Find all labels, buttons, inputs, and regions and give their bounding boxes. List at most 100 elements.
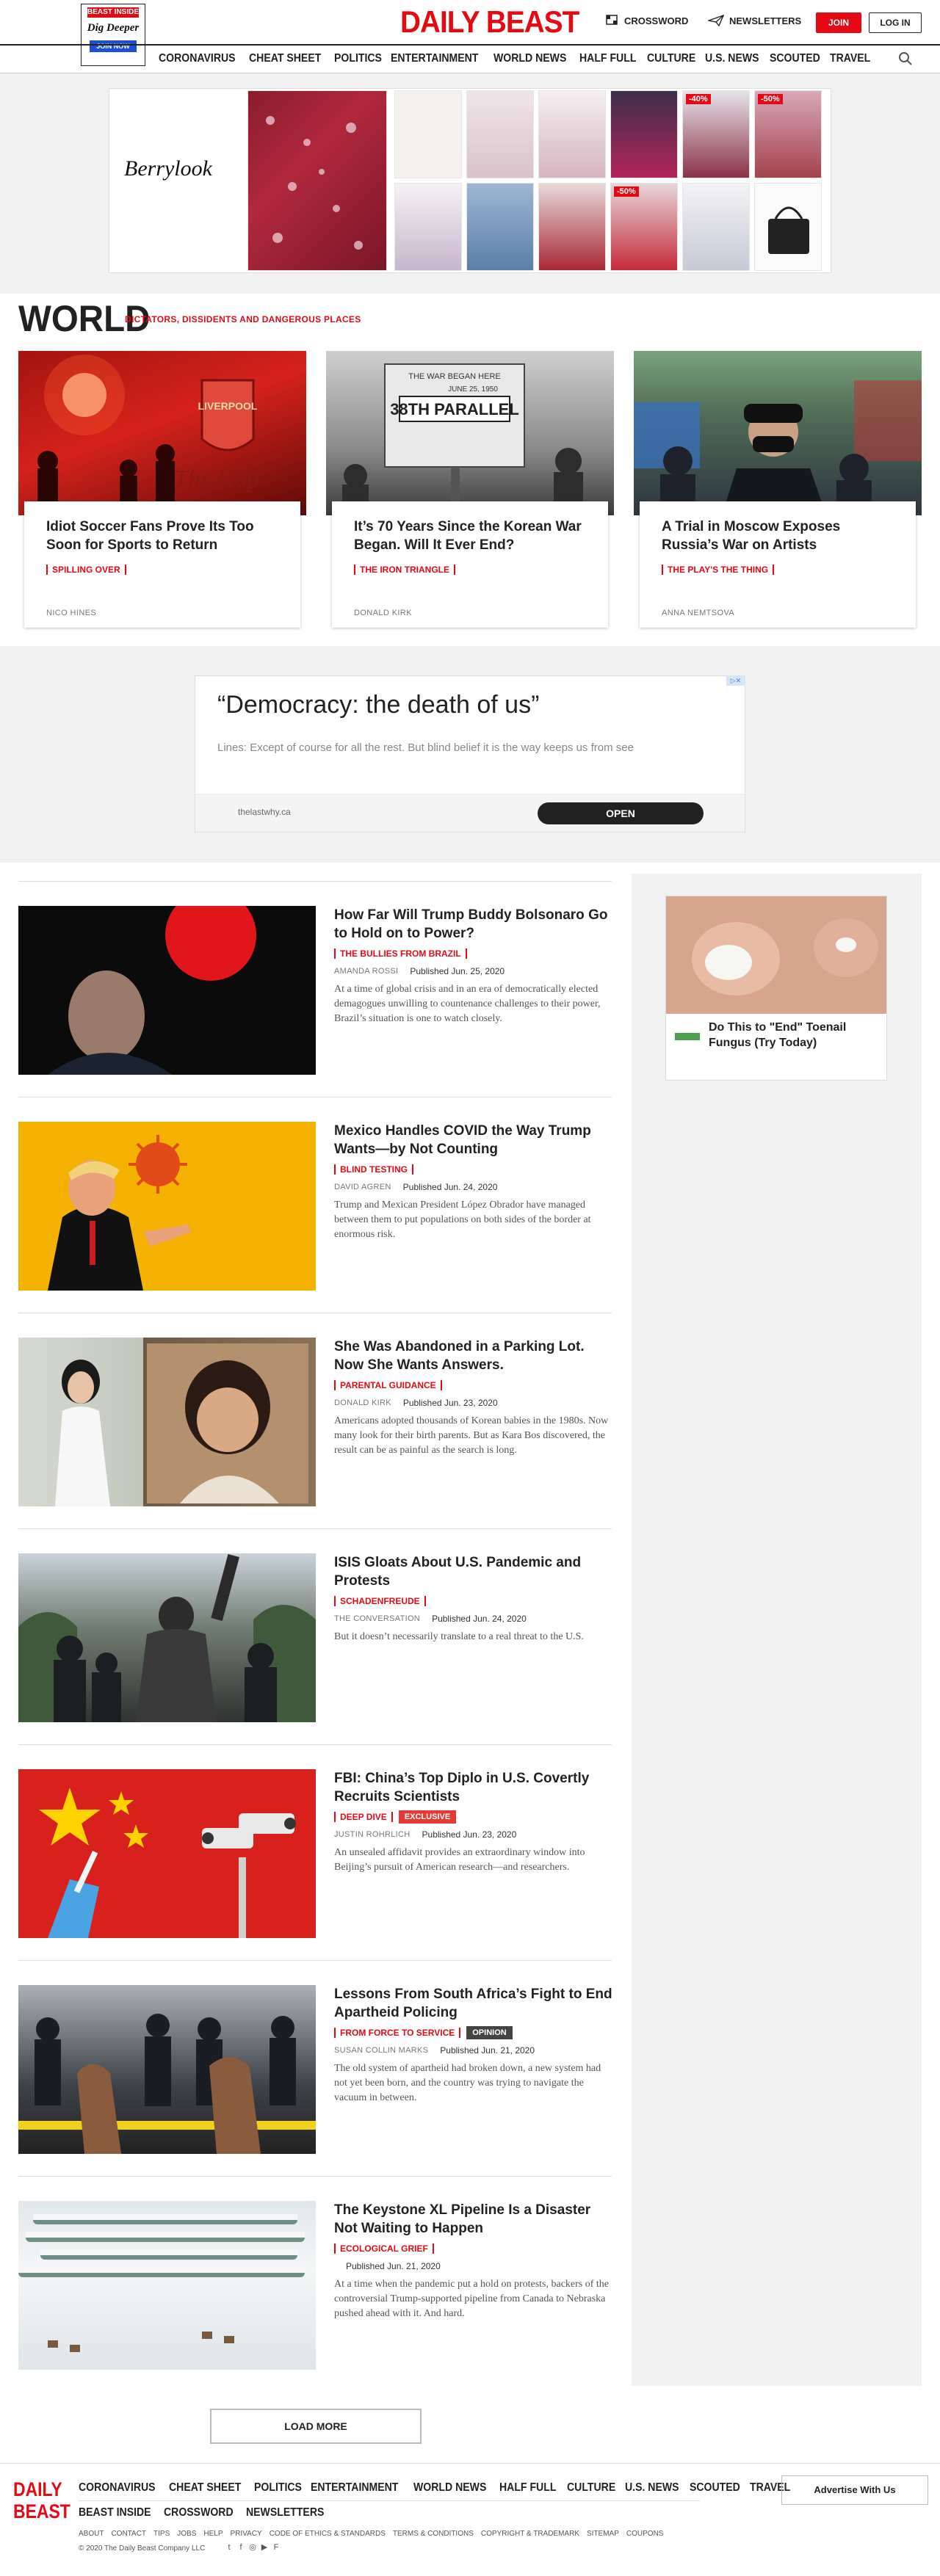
footer-link[interactable]: CHEAT SHEET [169,2481,241,2495]
footer-link[interactable]: COPYRIGHT & TRADEMARK [481,2530,579,2538]
youtube-icon[interactable]: ▶ [260,2543,269,2552]
article-image[interactable] [18,1985,316,2154]
footer-link[interactable]: POLITICS [254,2481,302,2495]
footer-link[interactable]: JOBS [177,2530,196,2538]
nav-item-culture[interactable]: CULTURE [647,46,705,72]
footer-link[interactable]: CULTURE [567,2481,615,2495]
article-kicker[interactable]: THE BULLIES FROM BRAZIL [334,948,467,959]
berrylook-ad[interactable]: Berrylook -40% -50% -50% [109,88,831,273]
nav-item-politics[interactable]: POLITICS [334,46,391,72]
nav-item-scouted[interactable]: SCOUTED [770,46,829,72]
ad-choices-icon[interactable]: ▷✕ [726,675,745,686]
featured-author[interactable]: DONALD KIRK [354,609,412,617]
newsletters-link[interactable]: NEWSLETTERS [708,15,801,26]
footer-link[interactable]: ABOUT [79,2530,104,2538]
footer-link[interactable]: PRIVACY [231,2530,262,2538]
featured-kicker[interactable]: SPILLING OVER [46,565,126,575]
article-title[interactable]: She Was Abandoned in a Parking Lot. Now … [334,1338,613,1374]
article-title[interactable]: ISIS Gloats About U.S. Pandemic and Prot… [334,1553,613,1590]
footer-link[interactable]: COUPONS [626,2530,664,2538]
join-button[interactable]: JOIN [816,12,861,33]
footer-link[interactable]: CROSSWORD [164,2506,234,2519]
crossword-link[interactable]: CROSSWORD [606,15,688,26]
flipboard-icon[interactable]: F [272,2543,281,2552]
featured-card[interactable]: LIVERPOOL The Kop Idiot Soccer Fans Prov… [18,351,306,628]
featured-kicker[interactable]: THE IRON TRIANGLE [354,565,455,575]
featured-title[interactable]: It’s 70 Years Since the Korean War Began… [354,518,586,554]
daily-beast-logo[interactable]: DAILY BEAST [400,4,579,40]
footer-link[interactable]: TIPS [153,2530,170,2538]
article-title[interactable]: How Far Will Trump Buddy Bolsonaro Go to… [334,906,613,943]
list-item[interactable]: She Was Abandoned in a Parking Lot. Now … [18,1338,612,1506]
footer-link[interactable]: HALF FULL [499,2481,556,2495]
list-item[interactable]: How Far Will Trump Buddy Bolsonaro Go to… [18,906,612,1075]
article-image[interactable] [18,1769,316,1938]
article-image[interactable] [18,1338,316,1506]
nav-item-half-full[interactable]: HALF FULL [579,46,646,72]
article-image[interactable] [18,1122,316,1291]
article-title[interactable]: Mexico Handles COVID the Way Trump Wants… [334,1122,613,1158]
footer-link[interactable]: SCOUTED [690,2481,740,2495]
article-date: Published Jun. 21, 2020 [346,2261,441,2271]
article-kicker[interactable]: BLIND TESTING [334,1164,413,1175]
article-image[interactable] [18,906,316,1075]
login-button[interactable]: LOG IN [869,12,922,33]
list-item[interactable]: FBI: China’s Top Diplo in U.S. Covertly … [18,1769,612,1938]
article-author[interactable]: DONALD KIRK [334,1398,391,1407]
article-kicker[interactable]: SCHADENFREUDE [334,1596,426,1606]
article-title[interactable]: The Keystone XL Pipeline Is a Disaster N… [334,2201,613,2238]
nav-item-travel[interactable]: TRAVEL [830,46,880,72]
list-item[interactable]: Mexico Handles COVID the Way Trump Wants… [18,1122,612,1291]
nav-item-cheat-sheet[interactable]: CHEAT SHEET [249,46,330,72]
article-image[interactable] [18,2201,316,2370]
footer-link[interactable]: SITEMAP [587,2530,619,2538]
nav-item-entertainment[interactable]: ENTERTAINMENT [391,46,488,72]
footer-link[interactable]: CONTACT [111,2530,146,2538]
featured-card[interactable]: A Trial in Moscow Exposes Russia’s War o… [634,351,922,628]
toenail-ad[interactable]: Do This to "End" Toenail Fungus (Try Tod… [665,896,887,1081]
article-kicker[interactable]: PARENTAL GUIDANCE [334,1380,442,1390]
article-kicker[interactable]: DEEP DIVE [334,1812,393,1822]
article-author[interactable]: SUSAN COLLIN MARKS [334,2046,428,2055]
instagram-icon[interactable]: ◎ [248,2543,257,2552]
advertise-button[interactable]: Advertise With Us [781,2475,928,2505]
ad-open-button[interactable]: OPEN [538,802,704,824]
footer-link[interactable]: ENTERTAINMENT [311,2481,398,2495]
article-description: Trump and Mexican President López Obrado… [334,1200,591,1240]
featured-kicker[interactable]: THE PLAY'S THE THING [662,565,775,575]
featured-title[interactable]: A Trial in Moscow Exposes Russia’s War o… [662,518,894,554]
nav-item-us-news[interactable]: U.S. NEWS [705,46,768,72]
footer-link[interactable]: CORONAVIRUS [79,2481,156,2495]
list-item[interactable]: Lessons From South Africa’s Fight to End… [18,1985,612,2154]
article-title[interactable]: Lessons From South Africa’s Fight to End… [334,1985,613,2022]
footer-logo[interactable]: DAILY BEAST [13,2478,70,2522]
load-more-button[interactable]: LOAD MORE [210,2409,422,2444]
twitter-icon[interactable]: t [225,2543,234,2552]
nav-item-world-news[interactable]: WORLD NEWS [494,46,576,72]
footer-link[interactable]: U.S. NEWS [625,2481,679,2495]
footer-link[interactable]: TERMS & CONDITIONS [393,2530,474,2538]
featured-card[interactable]: THE WAR BEGAN HERE JUNE 25, 1950 38TH PA… [326,351,614,628]
article-author[interactable]: DAVID AGREN [334,1183,391,1191]
article-author[interactable]: THE CONVERSATION [334,1614,420,1623]
facebook-icon[interactable]: f [236,2543,245,2552]
featured-title[interactable]: Idiot Soccer Fans Prove Its Too Soon for… [46,518,278,554]
featured-author[interactable]: NICO HINES [46,609,96,617]
footer-link[interactable]: NEWSLETTERS [246,2506,324,2519]
featured-author[interactable]: ANNA NEMTSOVA [662,609,734,617]
footer-link[interactable]: BEAST INSIDE [79,2506,151,2519]
article-kicker[interactable]: ECOLOGICAL GRIEF [334,2243,434,2254]
list-item[interactable]: ISIS Gloats About U.S. Pandemic and Prot… [18,1553,612,1722]
footer-link[interactable]: CODE OF ETHICS & STANDARDS [270,2530,386,2538]
list-item[interactable]: The Keystone XL Pipeline Is a Disaster N… [18,2201,612,2370]
article-author[interactable]: JUSTIN ROHRLICH [334,1830,411,1839]
article-image[interactable] [18,1553,316,1722]
search-icon[interactable] [898,51,913,66]
nav-item-coronavirus[interactable]: CORONAVIRUS [159,46,245,72]
footer-link[interactable]: WORLD NEWS [413,2481,486,2495]
article-author[interactable]: AMANDA ROSSI [334,967,398,976]
footer-link[interactable]: HELP [203,2530,223,2538]
democracy-ad[interactable]: ▷✕ “Democracy: the death of us” Lines: E… [195,675,745,832]
article-kicker[interactable]: FROM FORCE TO SERVICE [334,2028,461,2038]
article-title[interactable]: FBI: China’s Top Diplo in U.S. Covertly … [334,1769,613,1806]
